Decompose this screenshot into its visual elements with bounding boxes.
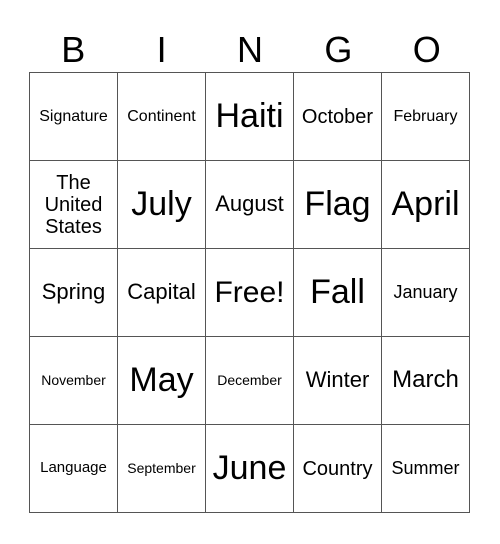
header-letter-b: B xyxy=(61,29,86,70)
bingo-cell[interactable]: Continent xyxy=(117,72,206,161)
bingo-cell[interactable]: Country xyxy=(293,424,382,513)
bingo-cell[interactable]: Haiti xyxy=(205,72,294,161)
header-letter-o: O xyxy=(412,29,441,70)
header-letter-i: I xyxy=(156,29,167,70)
bingo-cell[interactable]: September xyxy=(117,424,206,513)
bingo-cell[interactable]: Winter xyxy=(293,336,382,425)
bingo-header: B I N G O xyxy=(29,28,471,72)
bingo-cell[interactable]: June xyxy=(205,424,294,513)
bingo-cell[interactable]: December xyxy=(205,336,294,425)
grid-row: The United States July August Flag April xyxy=(29,160,470,249)
header-letter-g: G xyxy=(324,29,353,70)
bingo-cell[interactable]: Spring xyxy=(29,248,118,337)
bingo-cell[interactable]: November xyxy=(29,336,118,425)
bingo-cell[interactable]: February xyxy=(381,72,470,161)
grid-row: Language September June Country Summer xyxy=(29,424,470,513)
bingo-cell[interactable]: August xyxy=(205,160,294,249)
bingo-cell[interactable]: March xyxy=(381,336,470,425)
bingo-cell[interactable]: Fall xyxy=(293,248,382,337)
bingo-cell[interactable]: July xyxy=(117,160,206,249)
bingo-cell[interactable]: Free! xyxy=(205,248,294,337)
bingo-cell[interactable]: May xyxy=(117,336,206,425)
bingo-cell[interactable]: Capital xyxy=(117,248,206,337)
bingo-cell[interactable]: Summer xyxy=(381,424,470,513)
header-letter-n: N xyxy=(236,29,263,70)
grid-row: November May December Winter March xyxy=(29,336,470,425)
grid-row: Spring Capital Free! Fall January xyxy=(29,248,470,337)
bingo-cell[interactable]: Signature xyxy=(29,72,118,161)
grid-row: Signature Continent Haiti October February xyxy=(29,72,470,161)
bingo-cell[interactable]: April xyxy=(381,160,470,249)
bingo-cell[interactable]: October xyxy=(293,72,382,161)
bingo-cell[interactable]: Flag xyxy=(293,160,382,249)
bingo-cell[interactable]: The United States xyxy=(29,160,118,249)
bingo-cell[interactable]: Language xyxy=(29,424,118,513)
bingo-grid: Signature Continent Haiti October February Th… xyxy=(29,72,470,513)
bingo-cell[interactable]: January xyxy=(381,248,470,337)
